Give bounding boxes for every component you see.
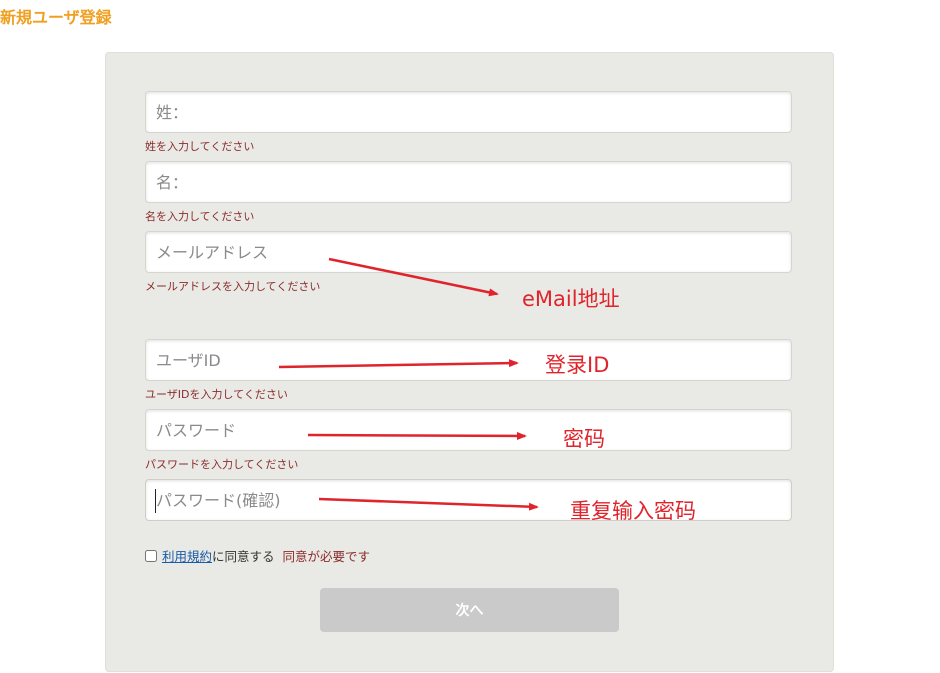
password-confirm-arrow <box>318 497 539 511</box>
email-arrow <box>328 257 499 297</box>
annotation-password: 密码 <box>563 427 605 451</box>
user-id-arrow <box>278 359 519 369</box>
annotation-email: eMail地址 <box>522 287 620 311</box>
annotation-password-confirm: 重复输入密码 <box>570 499 696 523</box>
annotation-arrows <box>278 257 539 511</box>
password-arrow <box>307 431 527 440</box>
annotation-user-id: 登录ID <box>545 353 610 377</box>
